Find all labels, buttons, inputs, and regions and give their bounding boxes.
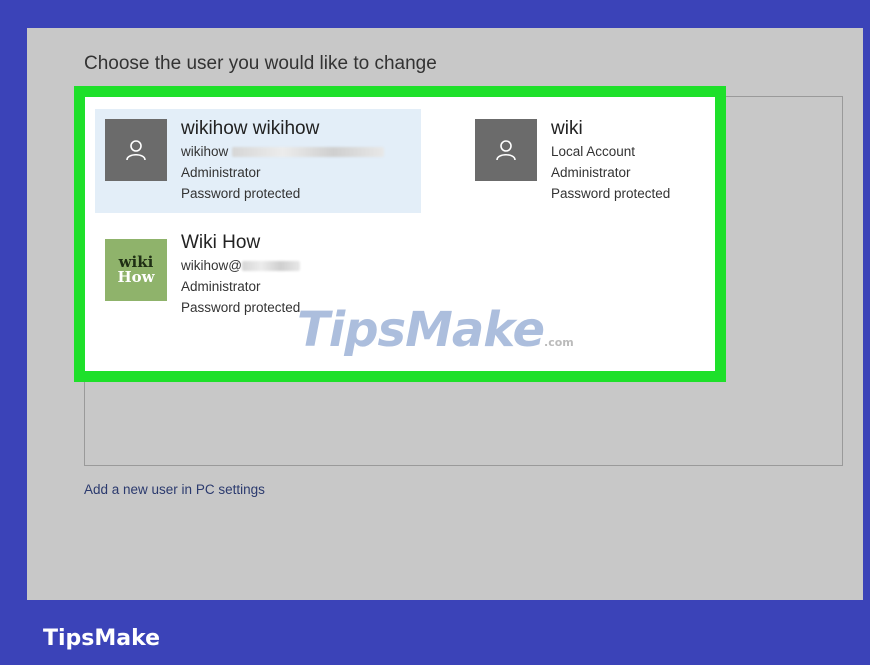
- user-role: Administrator: [551, 165, 631, 180]
- user-status: Password protected: [181, 186, 301, 201]
- user-account-type: Local Account: [551, 144, 636, 159]
- user-role: Administrator: [181, 279, 261, 294]
- user-name: wiki: [551, 118, 583, 139]
- user-silhouette-icon: [105, 119, 167, 181]
- wikihow-logo: wiki How: [105, 239, 167, 301]
- page-title: Choose the user you would like to change: [84, 53, 437, 74]
- add-user-link[interactable]: Add a new user in PC settings: [84, 482, 265, 497]
- redacted-email: [241, 261, 300, 272]
- user-email: wikihow: [181, 141, 385, 162]
- watermark: TipsMake.com: [297, 302, 574, 358]
- user-status: Password protected: [551, 186, 671, 201]
- user-name: Wiki How: [181, 232, 261, 253]
- brand-logo: TipsMake: [43, 626, 161, 651]
- user-name: wikihow wikihow: [181, 118, 320, 139]
- dialog-panel: Choose the user you would like to change…: [27, 28, 863, 600]
- user-role: Administrator: [181, 165, 261, 180]
- user-tile-wiki[interactable]: wiki Local Account Administrator Passwor…: [475, 109, 715, 213]
- user-email: wikihow@: [181, 255, 300, 276]
- user-silhouette-icon: [475, 119, 537, 181]
- redacted-email: [232, 147, 385, 158]
- user-status: Password protected: [181, 300, 301, 315]
- user-tile-wikihow-wikihow[interactable]: wikihow wikihow wikihow Administrator Pa…: [95, 109, 421, 213]
